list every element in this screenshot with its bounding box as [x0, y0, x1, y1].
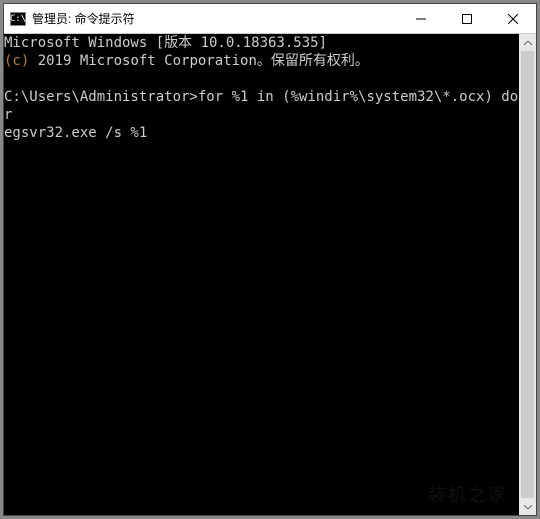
close-icon — [508, 14, 518, 24]
terminal-output[interactable]: Microsoft Windows [版本 10.0.18363.535] (c… — [4, 34, 519, 515]
command-text-2: egsvr32.exe /s %1 — [4, 125, 147, 141]
chevron-up-icon — [524, 41, 532, 45]
vertical-scrollbar[interactable] — [519, 34, 536, 515]
command-prompt-window: C:\ 管理员: 命令提示符 Microsoft Windows [版本 10.… — [3, 3, 537, 516]
close-button[interactable] — [490, 4, 536, 33]
chevron-down-icon — [524, 505, 532, 509]
cmd-icon: C:\ — [10, 12, 26, 26]
maximize-icon — [462, 14, 472, 24]
scroll-thumb[interactable] — [521, 51, 534, 498]
scroll-up-arrow[interactable] — [519, 34, 536, 51]
content-area: Microsoft Windows [版本 10.0.18363.535] (c… — [4, 34, 536, 515]
minimize-button[interactable] — [398, 4, 444, 33]
copyright-symbol: (c) — [4, 53, 29, 69]
version-line: Microsoft Windows [版本 10.0.18363.535] — [4, 35, 327, 51]
window-title: 管理员: 命令提示符 — [32, 10, 398, 27]
scroll-down-arrow[interactable] — [519, 498, 536, 515]
prompt: C:\Users\Administrator> — [4, 89, 198, 105]
minimize-icon — [416, 14, 426, 24]
window-controls — [398, 4, 536, 33]
copyright-line: 2019 Microsoft Corporation。保留所有权利。 — [29, 53, 369, 69]
titlebar[interactable]: C:\ 管理员: 命令提示符 — [4, 4, 536, 34]
maximize-button[interactable] — [444, 4, 490, 33]
scroll-track[interactable] — [519, 51, 536, 498]
